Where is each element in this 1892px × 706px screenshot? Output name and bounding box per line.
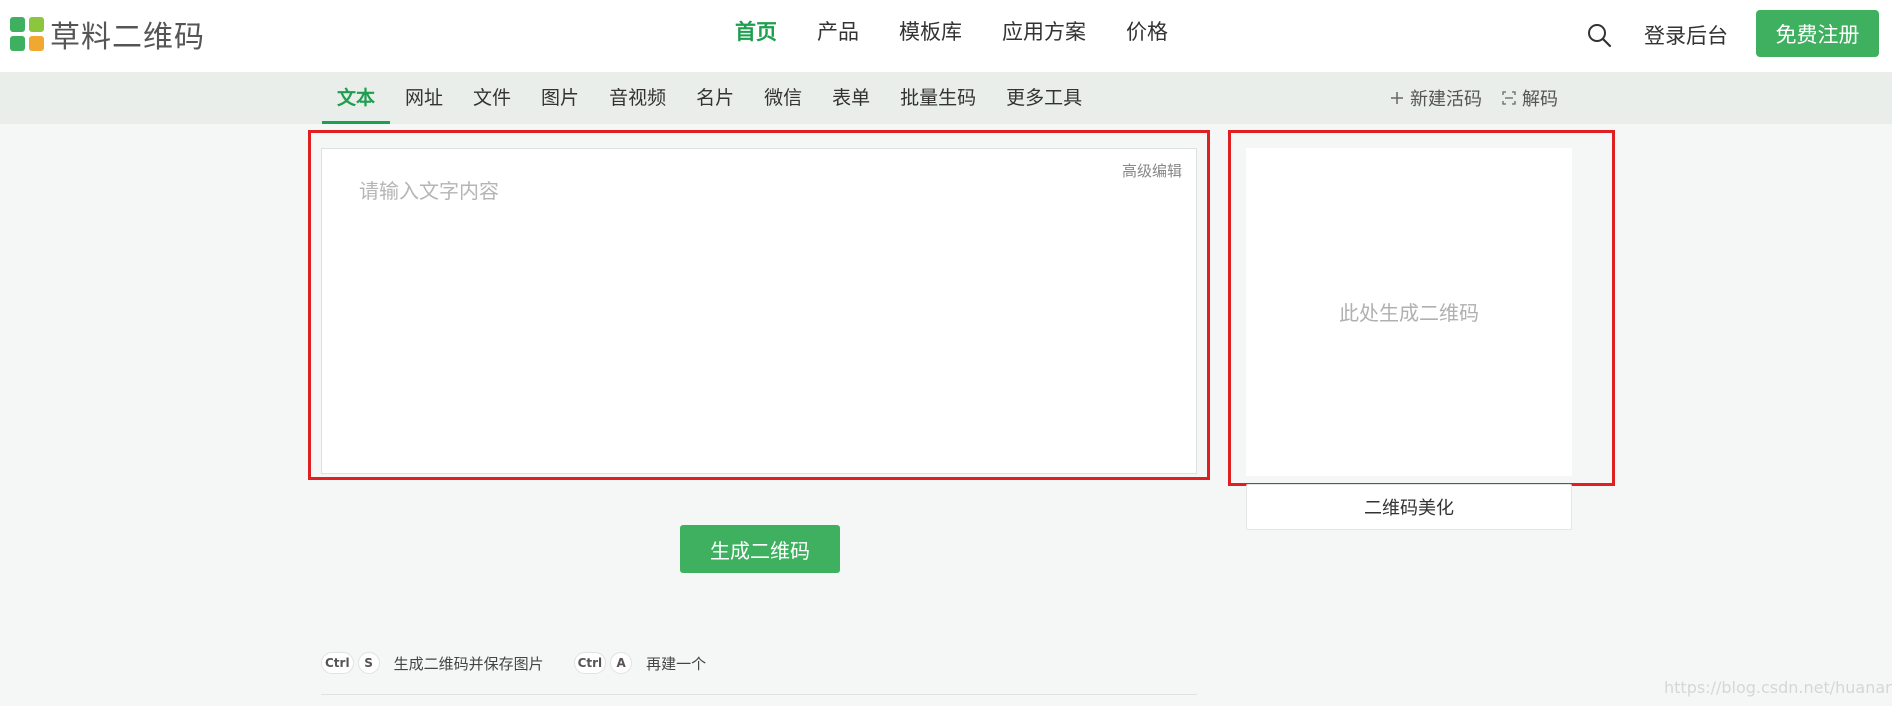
main-nav: 首页 产品 模板库 应用方案 价格: [735, 16, 1168, 46]
qr-beautify-button[interactable]: 二维码美化: [1246, 484, 1572, 530]
logo-square: [10, 36, 25, 51]
key-ctrl: Ctrl: [321, 652, 354, 674]
key-s: S: [357, 652, 380, 674]
key-a: A: [610, 652, 633, 674]
tab-form[interactable]: 表单: [817, 72, 885, 124]
tab-batch[interactable]: 批量生码: [885, 72, 991, 124]
type-tabs: 文本 网址 文件 图片 音视频 名片 微信 表单 批量生码 更多工具: [322, 72, 1097, 124]
scan-icon: [1502, 91, 1516, 105]
tab-more-tools[interactable]: 更多工具: [991, 72, 1097, 124]
nav-products[interactable]: 产品: [817, 16, 859, 46]
tab-wechat[interactable]: 微信: [749, 72, 817, 124]
logo-text: 草料二维码: [50, 20, 205, 55]
qr-placeholder-text: 此处生成二维码: [1339, 301, 1479, 325]
key-ctrl: Ctrl: [573, 652, 607, 674]
text-content-input[interactable]: 请输入文字内容 高级编辑: [321, 148, 1197, 474]
shortcut-save-label: 生成二维码并保存图片: [393, 654, 544, 673]
search-icon[interactable]: [1586, 22, 1612, 48]
top-header: 草料二维码 首页 产品 模板库 应用方案 价格 登录后台 免费注册: [0, 0, 1892, 72]
generate-qr-button[interactable]: 生成二维码: [680, 525, 840, 573]
tab-audio-video[interactable]: 音视频: [594, 72, 681, 124]
shortcut-new-label: 再建一个: [646, 654, 707, 673]
watermark: https://blog.csdn.net/huanan__: [1664, 678, 1892, 697]
nav-solutions[interactable]: 应用方案: [1002, 16, 1086, 46]
logo-icon: [10, 17, 44, 51]
new-live-code-label: 新建活码: [1410, 89, 1482, 110]
tab-text[interactable]: 文本: [322, 72, 391, 124]
new-live-code-link[interactable]: 新建活码: [1390, 85, 1482, 111]
decode-label: 解码: [1522, 89, 1558, 110]
advanced-edit-link[interactable]: 高级编辑: [1122, 160, 1182, 181]
nav-templates[interactable]: 模板库: [899, 16, 962, 46]
logo[interactable]: 草料二维码: [10, 14, 205, 55]
tab-url[interactable]: 网址: [390, 72, 458, 124]
logo-square: [29, 36, 44, 51]
nav-home[interactable]: 首页: [735, 16, 777, 46]
decode-link[interactable]: 解码: [1502, 85, 1558, 111]
plus-icon: [1391, 92, 1403, 104]
keyboard-shortcuts: Ctrl S 生成二维码并保存图片 Ctrl A 再建一个: [321, 652, 736, 674]
divider: [321, 694, 1197, 695]
logo-square: [10, 17, 25, 32]
tab-file[interactable]: 文件: [458, 72, 526, 124]
text-input-placeholder: 请输入文字内容: [359, 179, 499, 203]
login-link[interactable]: 登录后台: [1644, 20, 1728, 50]
qr-preview-panel: 此处生成二维码: [1246, 148, 1572, 476]
register-button[interactable]: 免费注册: [1756, 10, 1879, 57]
tab-image[interactable]: 图片: [526, 72, 594, 124]
tab-business-card[interactable]: 名片: [681, 72, 749, 124]
subnav-actions: 新建活码 解码: [1390, 72, 1558, 124]
logo-square: [29, 17, 44, 32]
nav-pricing[interactable]: 价格: [1126, 16, 1168, 46]
type-tabs-bar: 文本 网址 文件 图片 音视频 名片 微信 表单 批量生码 更多工具 新建活码 …: [0, 72, 1892, 124]
